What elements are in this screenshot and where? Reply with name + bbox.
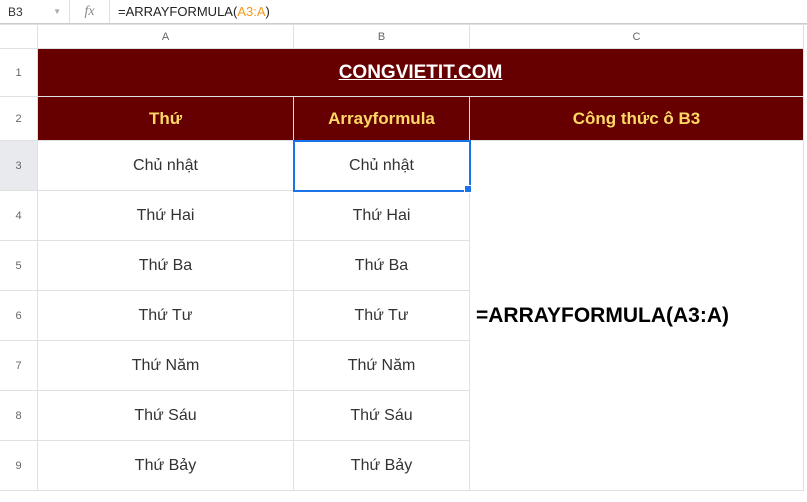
formula-prefix: =ARRAYFORMULA(: [118, 4, 237, 19]
row-header-2[interactable]: 2: [0, 97, 38, 141]
cell-a6[interactable]: Thứ Tư: [38, 291, 294, 341]
row-header-8[interactable]: 8: [0, 391, 38, 441]
formula-suffix: ): [266, 4, 270, 19]
header-a[interactable]: Thứ: [38, 97, 294, 141]
cell-a7[interactable]: Thứ Năm: [38, 341, 294, 391]
cell-a8[interactable]: Thứ Sáu: [38, 391, 294, 441]
row-header-5[interactable]: 5: [0, 241, 38, 291]
col-header-b[interactable]: B: [294, 25, 470, 49]
row-header-7[interactable]: 7: [0, 341, 38, 391]
name-box[interactable]: B3 ▼: [0, 0, 70, 23]
spreadsheet-grid: A B C 1 CONGVIETIT.COM 2 Thứ Arrayformul…: [0, 24, 807, 491]
cell-b5[interactable]: Thứ Ba: [294, 241, 470, 291]
formula-input[interactable]: =ARRAYFORMULA(A3:A): [110, 0, 807, 23]
fx-icon[interactable]: fx: [70, 0, 110, 23]
cell-b9[interactable]: Thứ Bảy: [294, 441, 470, 491]
cell-a5[interactable]: Thứ Ba: [38, 241, 294, 291]
cell-b3[interactable]: Chủ nhật: [294, 141, 470, 191]
chevron-down-icon: ▼: [53, 7, 61, 16]
header-b[interactable]: Arrayformula: [294, 97, 470, 141]
col-header-a[interactable]: A: [38, 25, 294, 49]
formula-ref: A3:A: [237, 4, 265, 19]
cell-b6[interactable]: Thứ Tư: [294, 291, 470, 341]
col-header-c[interactable]: C: [470, 25, 804, 49]
row-header-4[interactable]: 4: [0, 191, 38, 241]
row-header-3[interactable]: 3: [0, 141, 38, 191]
cell-a4[interactable]: Thứ Hai: [38, 191, 294, 241]
corner-cell[interactable]: [0, 25, 38, 49]
row-header-6[interactable]: 6: [0, 291, 38, 341]
cell-c3-formula[interactable]: =ARRAYFORMULA(A3:A): [470, 141, 804, 491]
header-c[interactable]: Công thức ô B3: [470, 97, 804, 141]
row-header-1[interactable]: 1: [0, 49, 38, 97]
cell-a9[interactable]: Thứ Bảy: [38, 441, 294, 491]
name-box-value: B3: [8, 5, 23, 19]
cell-a3[interactable]: Chủ nhật: [38, 141, 294, 191]
cell-b4[interactable]: Thứ Hai: [294, 191, 470, 241]
row-header-9[interactable]: 9: [0, 441, 38, 491]
cell-b7[interactable]: Thứ Năm: [294, 341, 470, 391]
formula-bar: B3 ▼ fx =ARRAYFORMULA(A3:A): [0, 0, 807, 24]
cell-b8[interactable]: Thứ Sáu: [294, 391, 470, 441]
title-cell[interactable]: CONGVIETIT.COM: [38, 49, 804, 97]
